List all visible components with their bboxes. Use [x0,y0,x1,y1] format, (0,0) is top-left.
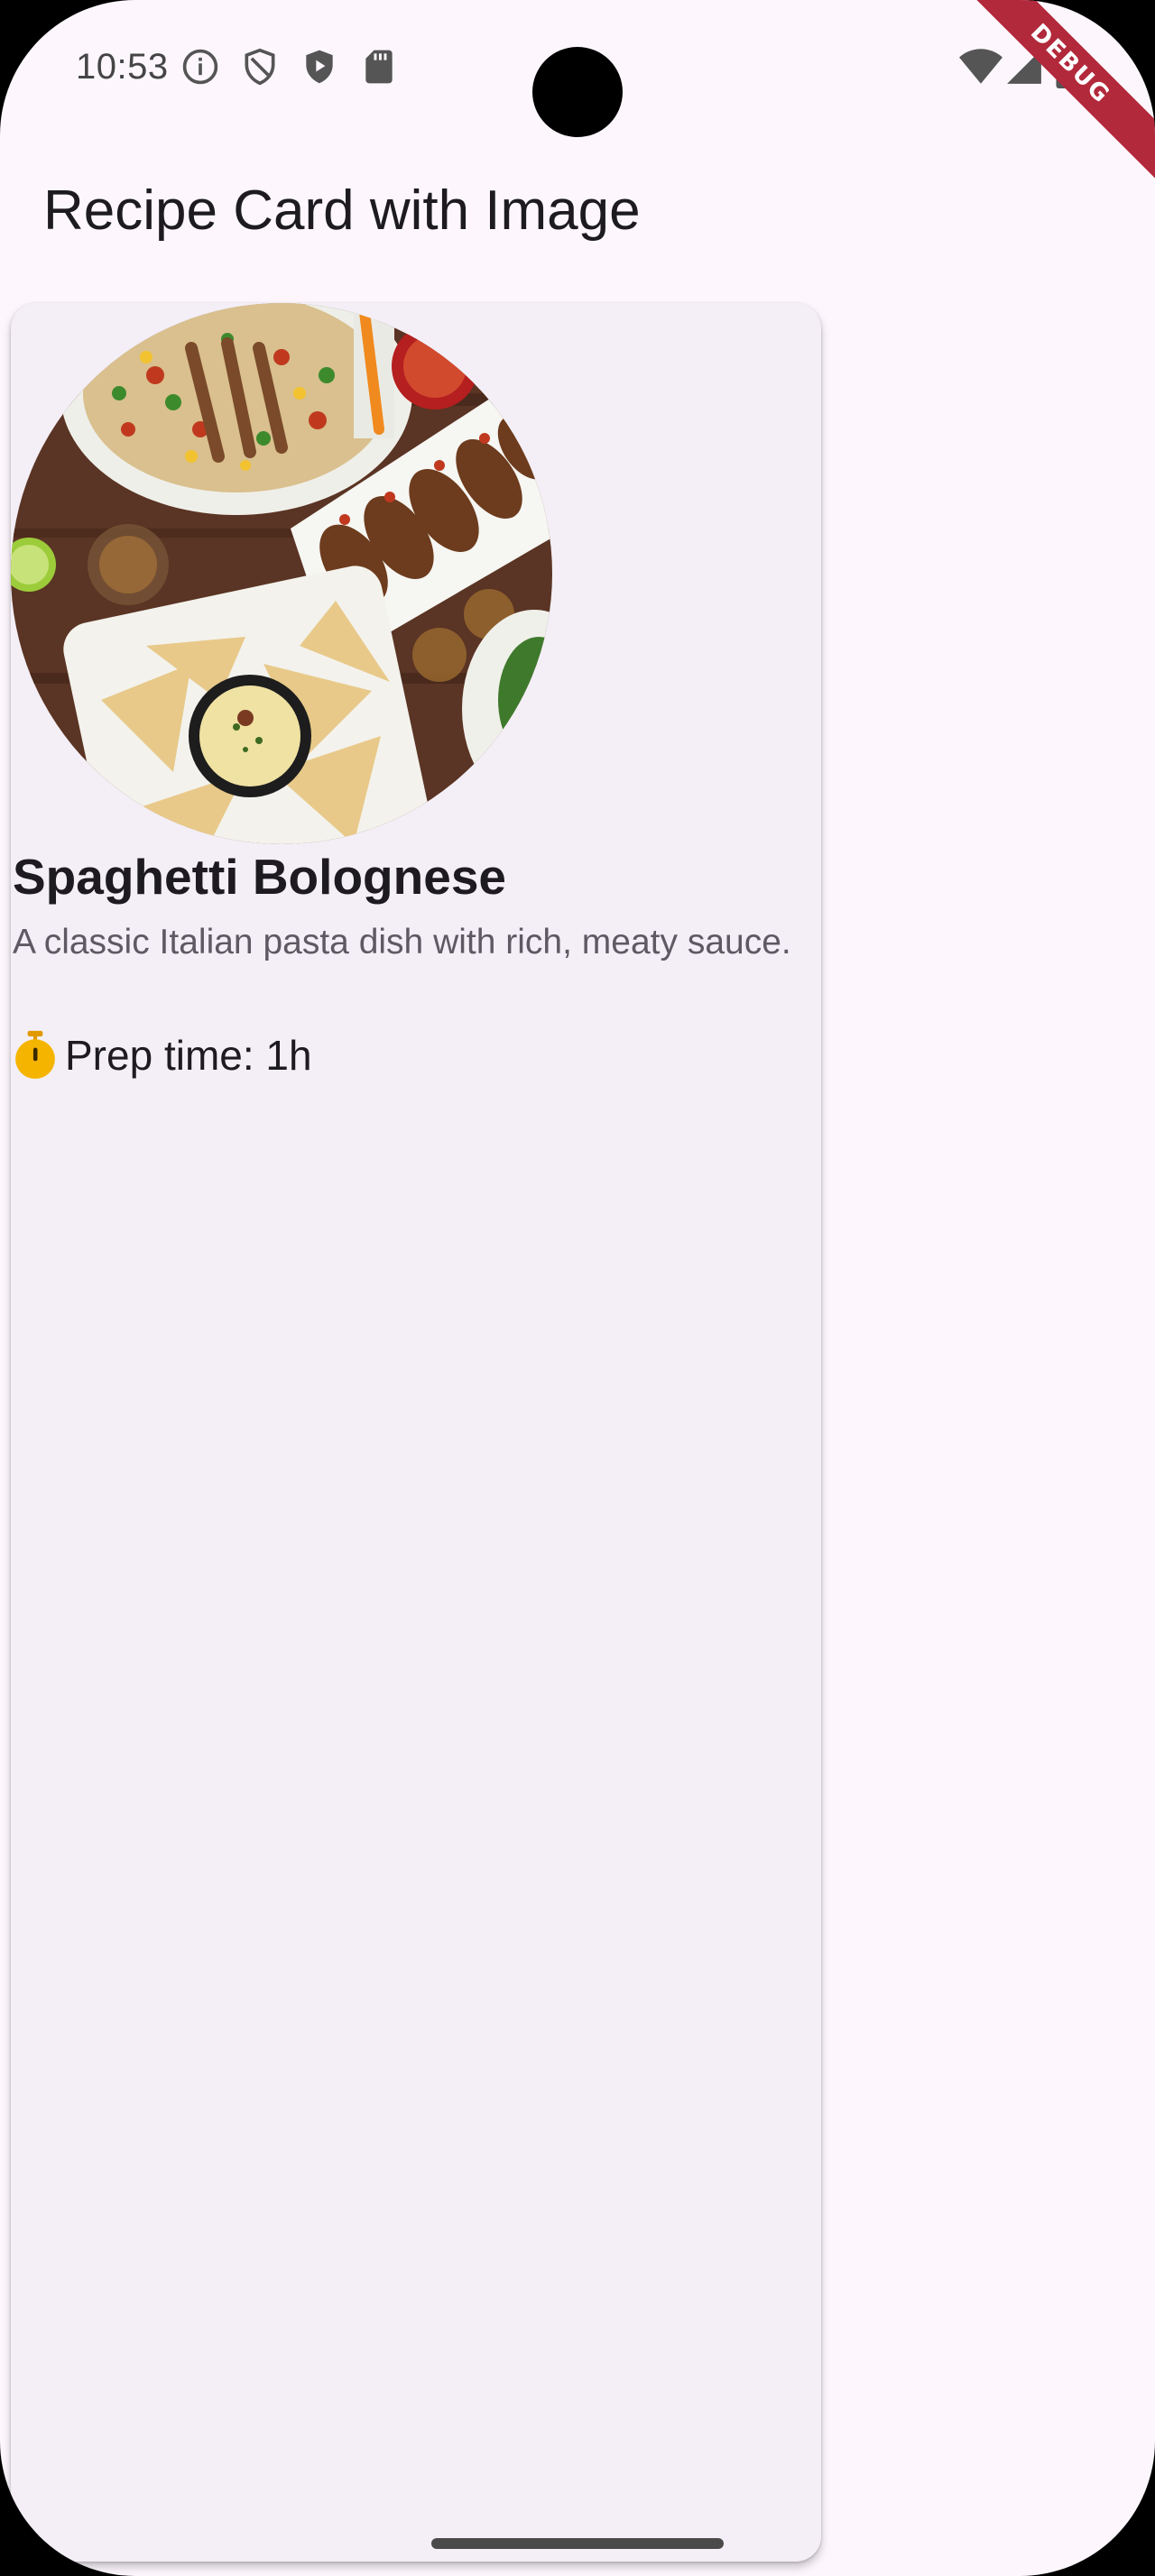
prep-time-row: Prep time: 1h [13,1030,312,1081]
stopwatch-icon [15,1030,55,1080]
prep-time-label: Prep time: 1h [65,1032,312,1079]
recipe-title: Spaghetti Bolognese [13,849,506,905]
food-platter-photo [11,303,552,844]
info-icon [182,49,218,85]
front-camera [532,47,623,137]
shield-play-icon [306,50,333,84]
debug-banner-label: DEBUG [956,0,1155,194]
status-time: 10:53 [76,47,169,87]
debug-banner: DEBUG [956,0,1155,198]
phone-screen: 10:53 DEBUG Recipe Card with Image Spagh… [0,0,1155,2576]
shield-outline-icon [245,48,275,86]
sd-card-icon [365,50,393,84]
recipe-description: A classic Italian pasta dish with rich, … [13,923,791,961]
home-indicator[interactable] [431,2538,724,2549]
page-title: Recipe Card with Image [43,179,641,242]
recipe-card[interactable]: Spaghetti Bolognese A classic Italian pa… [11,303,821,2562]
